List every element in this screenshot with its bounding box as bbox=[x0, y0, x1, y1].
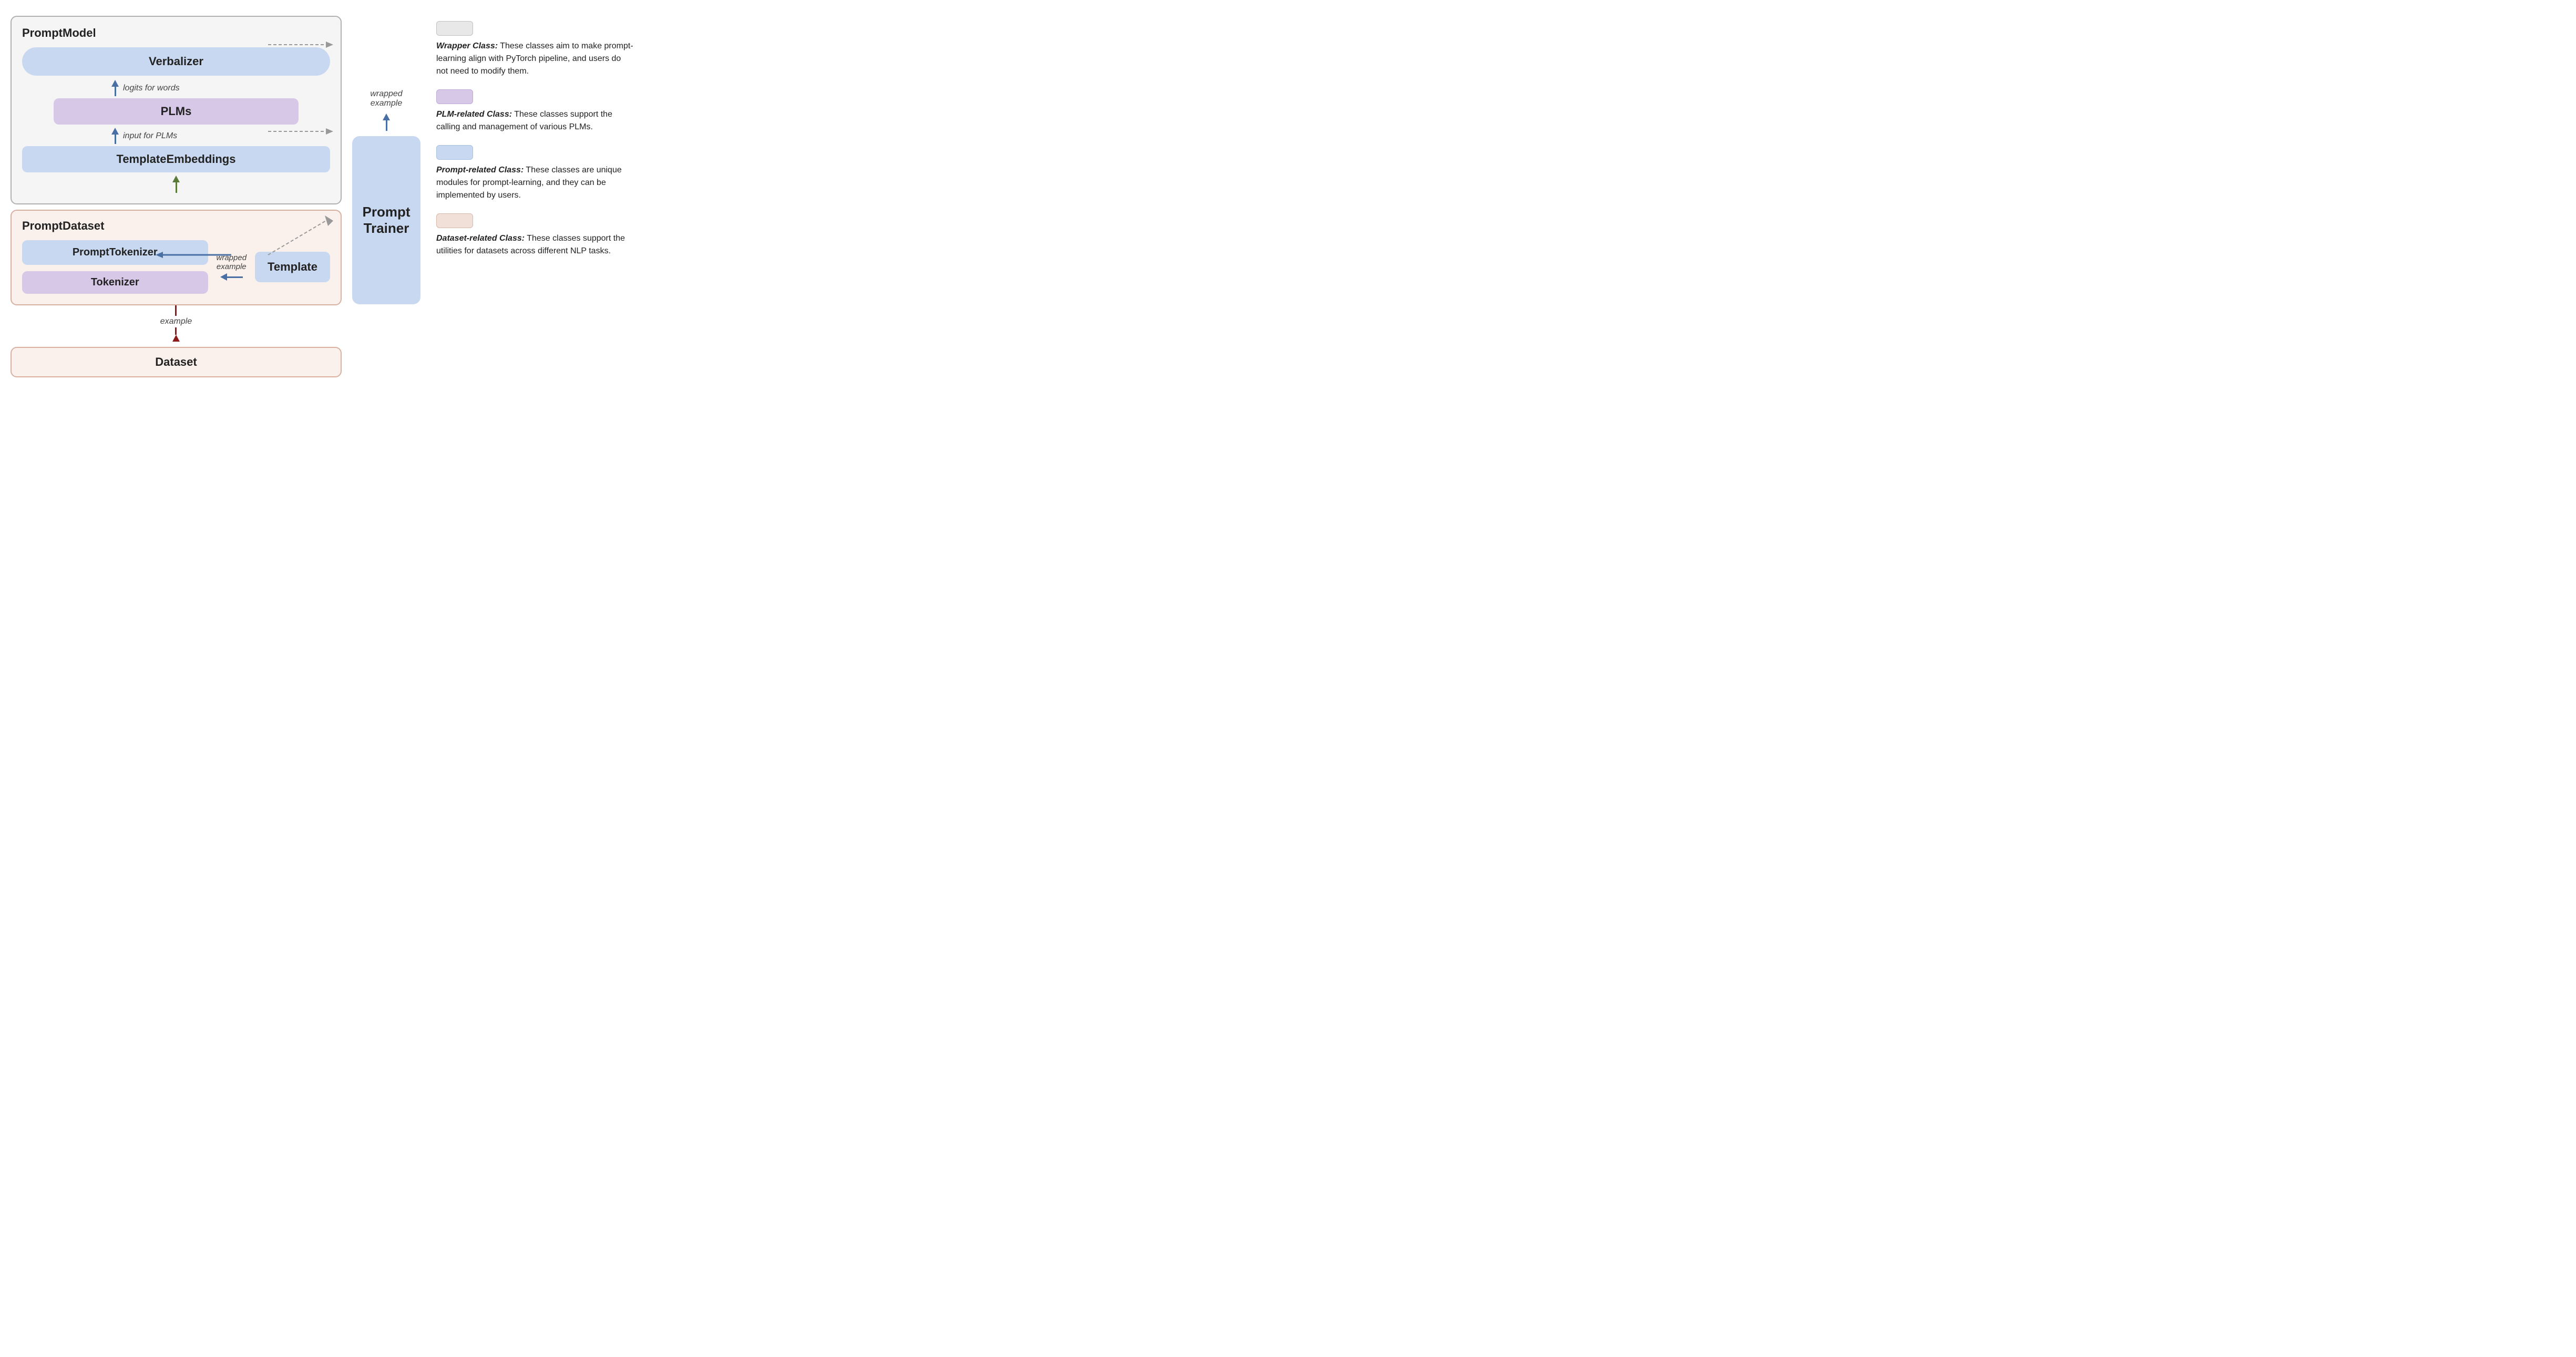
example-col: example bbox=[160, 305, 192, 342]
example-arrowhead bbox=[172, 335, 180, 342]
logits-shaft bbox=[115, 87, 116, 96]
diagram-main: PromptModel Verbalizer logits for words … bbox=[11, 16, 420, 377]
dataset-box: Dataset bbox=[11, 347, 342, 377]
example-shaft-top bbox=[175, 305, 177, 316]
green-shaft bbox=[176, 182, 177, 193]
trainer-col: wrappedexample Prompt Trainer bbox=[352, 89, 420, 304]
legend-bold-3: Dataset-related Class: bbox=[436, 234, 525, 243]
prompt-dataset-box: PromptDataset PromptTokenizer Tokenizer … bbox=[11, 210, 342, 305]
prompt-dataset-label: PromptDataset bbox=[22, 219, 330, 233]
wrapped-example-label: wrappedexample bbox=[217, 253, 247, 271]
tokenizer-box: Tokenizer bbox=[22, 271, 208, 294]
legend-bold-2: Prompt-related Class: bbox=[436, 166, 524, 174]
legend-text-3: Dataset-related Class: These classes sup… bbox=[436, 232, 633, 258]
left-col: PromptTokenizer Tokenizer bbox=[22, 240, 208, 294]
legend-text-1: PLM-related Class: These classes support… bbox=[436, 108, 633, 133]
example-shaft-bottom bbox=[175, 327, 177, 335]
wrapped-example-right-label: wrappedexample bbox=[370, 89, 402, 108]
legend-bold-0: Wrapper Class: bbox=[436, 42, 498, 50]
diagram-right: wrappedexample Prompt Trainer bbox=[352, 16, 420, 377]
trainer-arrowhead bbox=[383, 114, 390, 120]
prompt-model-label: PromptModel bbox=[22, 26, 330, 40]
diagram-wrapper: PromptModel Verbalizer logits for words … bbox=[11, 16, 420, 377]
legend-color-box-0 bbox=[436, 21, 473, 36]
prompt-trainer-label: Prompt Trainer bbox=[361, 204, 412, 237]
logits-arrowhead bbox=[111, 80, 119, 87]
prompt-model-box: PromptModel Verbalizer logits for words … bbox=[11, 16, 342, 204]
input-label: input for PLMs bbox=[123, 131, 177, 141]
left-arrow-row bbox=[220, 273, 243, 281]
legend-item-0: Wrapper Class: These classes aim to make… bbox=[436, 21, 633, 78]
prompt-tokenizer-box: PromptTokenizer bbox=[22, 240, 208, 265]
dataset-inner: PromptTokenizer Tokenizer wrappedexample bbox=[22, 240, 330, 294]
green-arrow-area bbox=[22, 176, 330, 193]
left-arrowhead bbox=[220, 273, 227, 281]
logits-arrow-row: logits for words bbox=[22, 80, 330, 96]
input-arrowhead bbox=[111, 128, 119, 135]
template-box: Template bbox=[255, 252, 330, 282]
left-shaft bbox=[227, 276, 243, 278]
legend-text-0: Wrapper Class: These classes aim to make… bbox=[436, 40, 633, 78]
legend-color-box-3 bbox=[436, 213, 473, 228]
plms-box: PLMs bbox=[54, 98, 299, 125]
diagram-left: PromptModel Verbalizer logits for words … bbox=[11, 16, 342, 377]
example-label: example bbox=[160, 317, 192, 326]
green-arrowhead bbox=[172, 176, 180, 182]
legend-bold-1: PLM-related Class: bbox=[436, 110, 512, 119]
prompt-trainer-box: Prompt Trainer bbox=[352, 136, 420, 304]
legend-items: Wrapper Class: These classes aim to make… bbox=[436, 21, 633, 258]
trainer-arrow bbox=[383, 114, 390, 131]
logits-label: logits for words bbox=[123, 84, 180, 93]
input-arrow-row: input for PLMs bbox=[22, 128, 330, 144]
legend-item-1: PLM-related Class: These classes support… bbox=[436, 89, 633, 133]
example-arrow-area: example bbox=[11, 305, 342, 342]
input-shaft bbox=[115, 135, 116, 144]
legend-item-2: Prompt-related Class: These classes are … bbox=[436, 145, 633, 202]
wrapped-example-arrow-area: wrappedexample bbox=[217, 253, 247, 281]
verbalizer-box: Verbalizer bbox=[22, 47, 330, 76]
legend-text-2: Prompt-related Class: These classes are … bbox=[436, 164, 633, 202]
legend-color-box-2 bbox=[436, 145, 473, 160]
trainer-shaft bbox=[386, 120, 387, 131]
diagram-section: PromptModel Verbalizer logits for words … bbox=[11, 16, 420, 377]
legend-item-3: Dataset-related Class: These classes sup… bbox=[436, 213, 633, 258]
right-col: Template bbox=[255, 252, 330, 282]
template-embeddings-box: TemplateEmbeddings bbox=[22, 146, 330, 172]
legend-color-box-1 bbox=[436, 89, 473, 104]
legend-section: Wrapper Class: These classes aim to make… bbox=[436, 16, 633, 269]
